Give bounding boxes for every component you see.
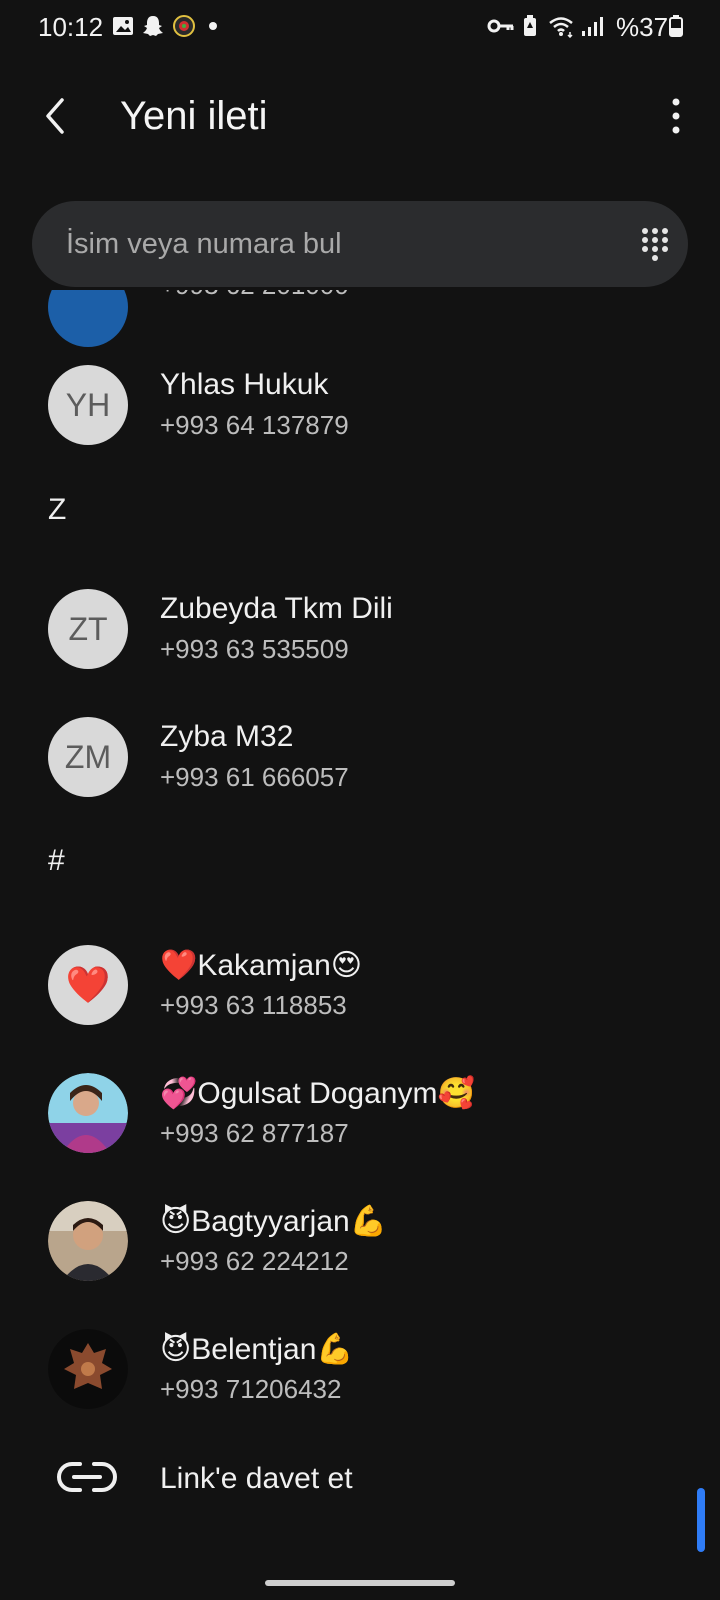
battery-percent: %37 <box>616 12 669 42</box>
contact-phone: +993 63 535509 <box>160 634 349 664</box>
contact-row[interactable]: ❤️ ❤️Kakamjan😍 +993 63 118853 <box>0 932 720 1042</box>
contact-row[interactable]: ZT Zubeyda Tkm Dili +993 63 535509 <box>0 576 720 686</box>
dot-icon <box>209 22 217 30</box>
dialpad-icon <box>642 228 668 261</box>
gallery-icon <box>113 17 133 35</box>
photo-avatar <box>48 1073 128 1153</box>
more-options-button[interactable] <box>656 94 696 138</box>
app-badge-icon <box>173 15 195 37</box>
contact-name: Yhlas Hukuk <box>160 368 329 401</box>
back-button[interactable] <box>34 94 78 138</box>
contact-phone: +993 62 877187 <box>160 1118 349 1148</box>
dialpad-button[interactable] <box>632 222 678 268</box>
battery-saver-icon <box>524 15 536 36</box>
heart-avatar: ❤️ <box>48 945 128 1025</box>
contact-name: 😈Belentjan💪 <box>160 1333 354 1366</box>
contact-phone: +993 62 201000 <box>160 290 349 301</box>
search-input[interactable] <box>64 223 608 265</box>
contact-name: 💞Ogulsat Doganym🥰 <box>160 1077 475 1110</box>
navigation-gesture-bar[interactable] <box>265 1580 455 1586</box>
avatar: ZT <box>48 589 128 669</box>
status-time: 10:12 <box>38 12 104 42</box>
contact-phone: +993 62 224212 <box>160 1246 349 1276</box>
section-header: # <box>48 844 65 877</box>
status-bar: 10:12 %37 <box>0 0 720 56</box>
avatar: ZM <box>48 717 128 797</box>
avatar: YH <box>48 365 128 445</box>
contact-name: Zubeyda Tkm Dili <box>160 592 393 625</box>
snapchat-icon <box>143 16 163 36</box>
battery-icon <box>669 15 683 37</box>
section-header: Z <box>48 493 67 526</box>
more-vertical-icon <box>672 98 680 134</box>
contact-row[interactable]: YH Yhlas Hukuk +993 64 137879 <box>0 352 720 462</box>
contact-name: ❤️Kakamjan😍 <box>160 949 363 982</box>
contact-name: 😈Bagtyyarjan💪 <box>160 1205 388 1238</box>
contact-phone: +993 71206432 <box>160 1374 342 1404</box>
contact-row[interactable]: ZM Zyba M32 +993 61 666057 <box>0 704 720 814</box>
search-box[interactable] <box>32 201 688 287</box>
avatar <box>48 290 128 347</box>
signal-icon <box>582 17 603 36</box>
contact-list[interactable]: +993 62 201000 YH Yhlas Hukuk +993 64 13… <box>0 290 720 1560</box>
key-icon <box>487 19 514 33</box>
photo-avatar <box>48 1201 128 1281</box>
contact-row[interactable]: 😈Belentjan💪 +993 71206432 <box>0 1316 720 1426</box>
invite-link-label: Link'e davet et <box>160 1462 353 1495</box>
contact-phone: +993 63 118853 <box>160 990 347 1020</box>
page-title: Yeni ileti <box>120 94 268 138</box>
contact-phone: +993 64 137879 <box>160 410 349 440</box>
contact-row[interactable]: 😈Bagtyyarjan💪 +993 62 224212 <box>0 1188 720 1298</box>
invite-link-row[interactable]: Link'e davet et <box>0 1434 720 1524</box>
wifi-icon <box>549 17 573 38</box>
contact-name: Zyba M32 <box>160 720 294 753</box>
chevron-left-icon <box>46 98 64 134</box>
contact-row-partial[interactable]: +993 62 201000 <box>0 290 720 347</box>
scrollbar[interactable] <box>697 1488 705 1552</box>
contact-row[interactable]: 💞Ogulsat Doganym🥰 +993 62 877187 <box>0 1060 720 1170</box>
link-icon <box>57 1462 117 1492</box>
contact-phone: +993 61 666057 <box>160 762 349 792</box>
photo-avatar <box>48 1329 128 1409</box>
